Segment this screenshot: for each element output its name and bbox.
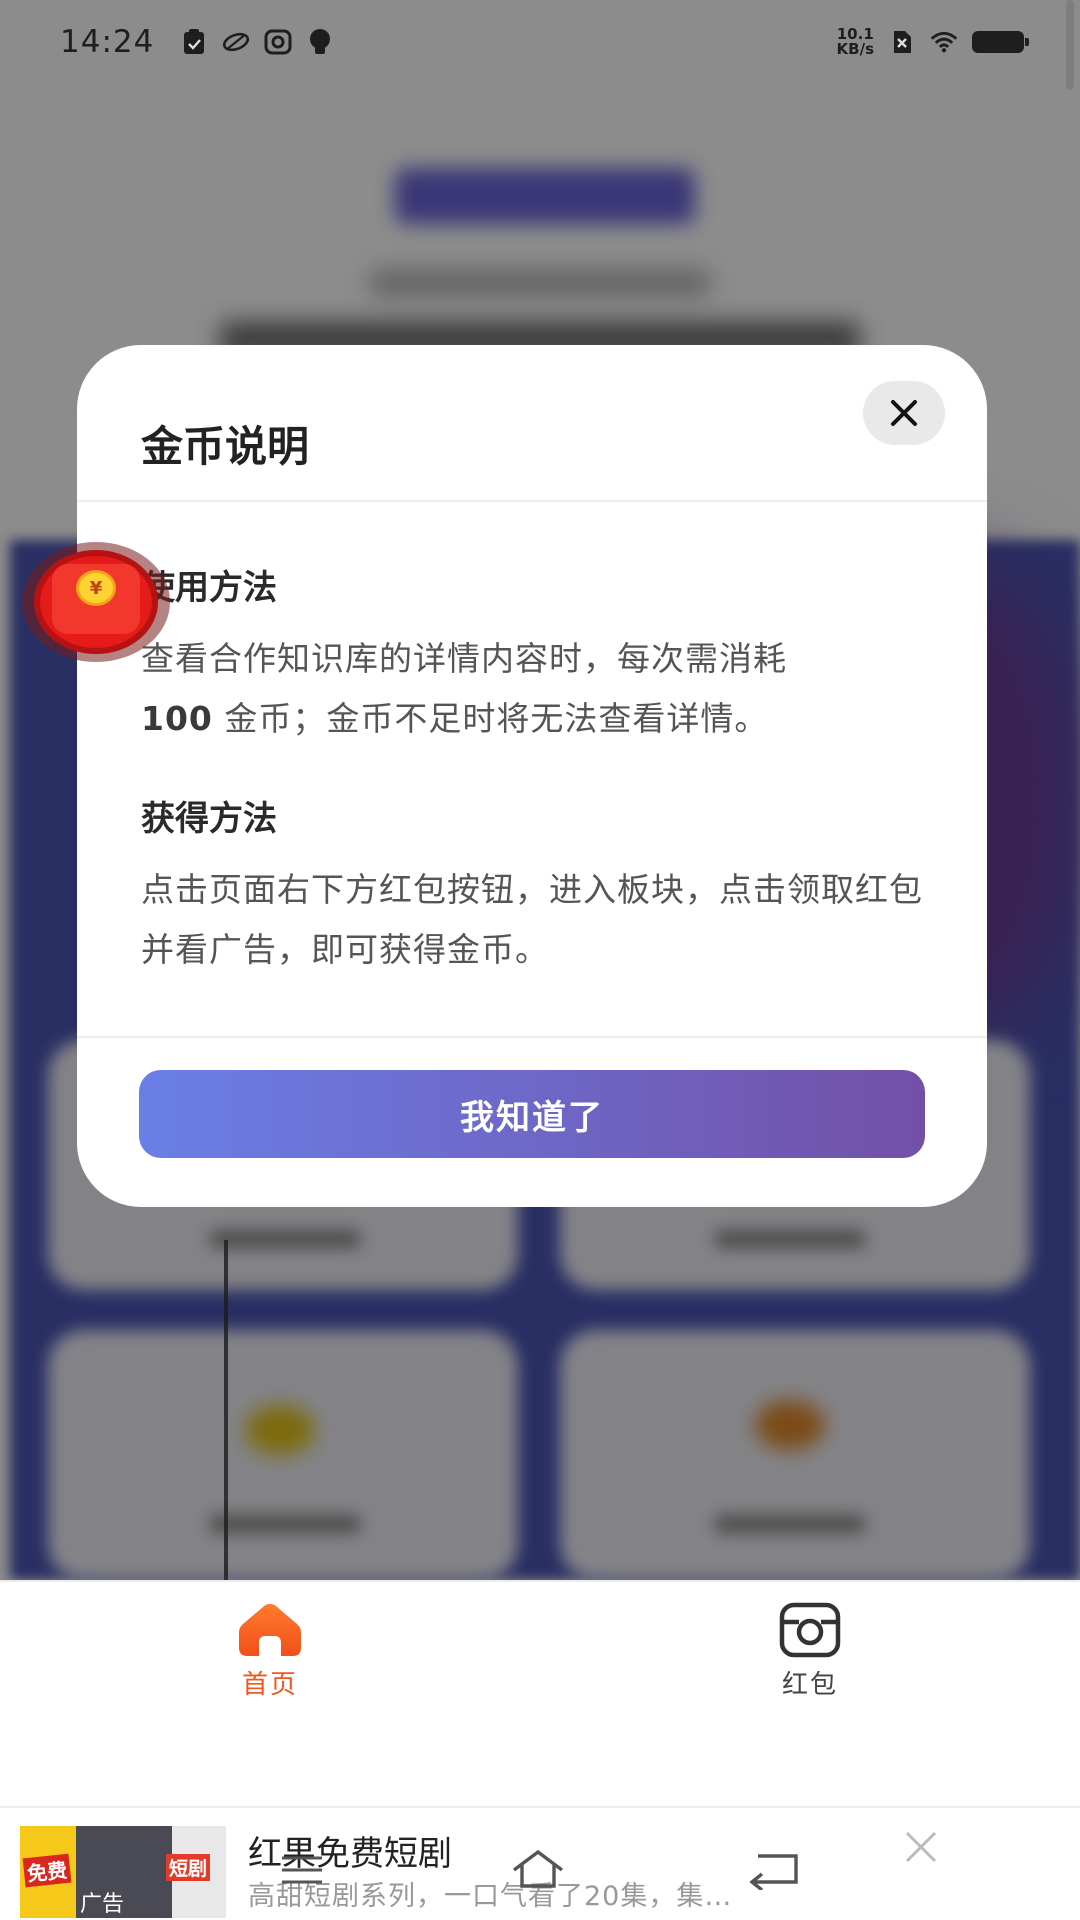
- battery-icon: [972, 31, 1029, 53]
- ad-tag-drama: 短剧: [166, 1854, 211, 1881]
- earn-section-text: 点击页面右下方红包按钮，进入板块，点击领取红包并看广告，即可获得金币。: [141, 870, 923, 969]
- no-sim-icon: [888, 28, 916, 56]
- dialog-header: 金币说明: [77, 345, 987, 502]
- network-speed: 10.1 KB/s: [837, 27, 874, 57]
- home-icon: [239, 1604, 301, 1656]
- status-notification-icons: [180, 28, 334, 56]
- camera-app-icon: [264, 28, 292, 56]
- menu-nav-icon[interactable]: [278, 1850, 326, 1890]
- usage-coin-amount: 100: [141, 699, 213, 738]
- usage-text-suffix: 金币；金币不足时将无法查看详情。: [212, 699, 769, 738]
- ad-tag-free: 免费: [22, 1853, 72, 1888]
- scroll-indicator[interactable]: [1066, 0, 1074, 90]
- tab-redpacket[interactable]: 红包: [710, 1602, 910, 1701]
- ad-close-icon[interactable]: [904, 1830, 938, 1864]
- back-nav-icon[interactable]: [744, 1850, 804, 1890]
- usage-section-text: 查看合作知识库的详情内容时，每次需消耗 100 金币；金币不足时将无法查看详情。: [141, 629, 923, 749]
- earn-section-title: 获得方法: [141, 799, 277, 839]
- status-bar: 14:24 10.1 KB/s: [0, 0, 1080, 84]
- coin-info-dialog: 金币说明 使用方法 查看合作知识库的详情内容时，每次需消耗 100 金币；金币不…: [77, 345, 987, 1207]
- close-button[interactable]: [863, 381, 945, 445]
- confirm-button[interactable]: 我知道了: [139, 1070, 925, 1158]
- status-system-icons: 10.1 KB/s: [837, 27, 1029, 57]
- tab-redpacket-label: 红包: [781, 1670, 838, 1700]
- usage-section-title: 使用方法: [141, 568, 277, 608]
- dialog-title: 金币说明: [141, 422, 310, 471]
- close-icon: [891, 400, 917, 426]
- camera-icon: [779, 1602, 841, 1658]
- bottom-tab-bar: 首页 红包: [0, 1580, 1080, 1770]
- ad-label: 广告: [80, 1892, 125, 1917]
- coin-icon: ¥: [76, 570, 116, 606]
- network-speed-unit: KB/s: [836, 40, 874, 58]
- usage-text-prefix: 查看合作知识库的详情内容时，每次需消耗: [141, 639, 787, 678]
- tab-home-label: 首页: [241, 1670, 298, 1700]
- ad-thumbnail[interactable]: 免费 短剧 广告: [20, 1826, 226, 1918]
- tab-home[interactable]: 首页: [170, 1602, 370, 1701]
- home-nav-icon[interactable]: [508, 1846, 568, 1890]
- dialog-body: 使用方法 查看合作知识库的详情内容时，每次需消耗 100 金币；金币不足时将无法…: [77, 502, 987, 1038]
- floating-red-envelope-button[interactable]: ¥: [22, 542, 170, 662]
- wifi-icon: [930, 28, 958, 56]
- lightbulb-icon: [306, 28, 334, 56]
- leaf-app-icon: [222, 28, 250, 56]
- clipboard-icon: [180, 28, 208, 56]
- status-time: 14:24: [60, 24, 155, 60]
